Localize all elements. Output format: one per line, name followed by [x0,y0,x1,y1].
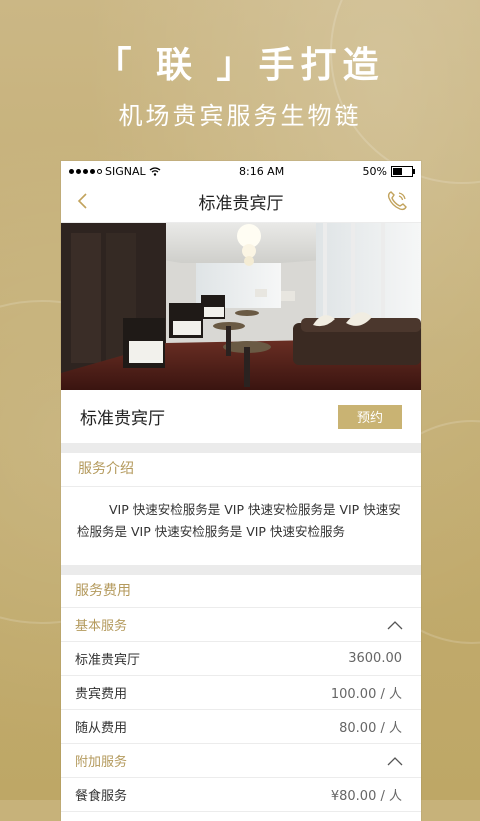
fee-group-extra[interactable]: 附加服务 [61,744,421,778]
chevron-left-icon [77,193,87,209]
fee-row: 标准贵宾厅 3600.00 [61,642,421,676]
fee-name: 标准贵宾厅 [75,653,141,668]
signal-dots-icon [69,168,102,174]
fee-value: 3600.00 [348,651,402,666]
status-bar: SIGNAL 8:16 AM 50% [61,161,421,181]
intro-text: VIP 快速安检服务是 VIP 快速安检服务是 VIP 快速安检服务是 VIP … [77,502,401,539]
fee-group-label: 基本服务 [75,619,128,634]
fee-group-basic[interactable]: 基本服务 [61,608,421,642]
fee-row: 随从费用 80.00 / 人 [61,710,421,744]
fee-name: 随从费用 [75,721,128,736]
phone-screen: SIGNAL 8:16 AM 50% 标准贵宾厅 标准贵宾厅 预约 服务介绍 V… [61,161,421,821]
nav-bar: 标准贵宾厅 [61,181,421,223]
chevron-up-icon [387,756,403,765]
book-button[interactable]: 预约 [338,404,402,429]
phone-icon [387,191,407,211]
lounge-photo [61,223,421,390]
hall-name: 标准贵宾厅 [80,409,165,429]
back-button[interactable] [71,189,95,213]
fee-row: 贵宾费用 100.00 / 人 [61,676,421,710]
fee-value: 80.00 / 人 [339,721,402,736]
fees-heading: 服务费用 [61,575,421,608]
wifi-icon [149,166,161,176]
fee-value: ¥80.00 / 人 [330,789,402,804]
section-divider [61,565,421,575]
promo-subline: 机场贵宾服务生物链 [118,102,362,130]
section-divider [61,443,421,453]
chevron-up-icon [387,620,403,629]
battery-percent: 50% [362,164,387,178]
hall-title-bar: 标准贵宾厅 预约 [61,390,421,443]
fee-value: 100.00 / 人 [330,687,402,702]
battery-icon [391,165,415,177]
carrier-label: SIGNAL [105,164,146,178]
fee-name: 餐食服务 [75,789,128,804]
fee-group-label: 附加服务 [75,755,128,770]
fee-name: 贵宾费用 [75,687,128,702]
promo-headline: 「 联 」手打造 [95,45,385,86]
page-title: 标准贵宾厅 [198,194,284,214]
call-button[interactable] [385,189,409,213]
signal-indicator: SIGNAL [69,165,161,178]
fee-row: 餐食服务 ¥80.00 / 人 [61,778,421,812]
intro-heading: 服务介绍 [61,453,421,487]
clock: 8:16 AM [238,164,285,178]
